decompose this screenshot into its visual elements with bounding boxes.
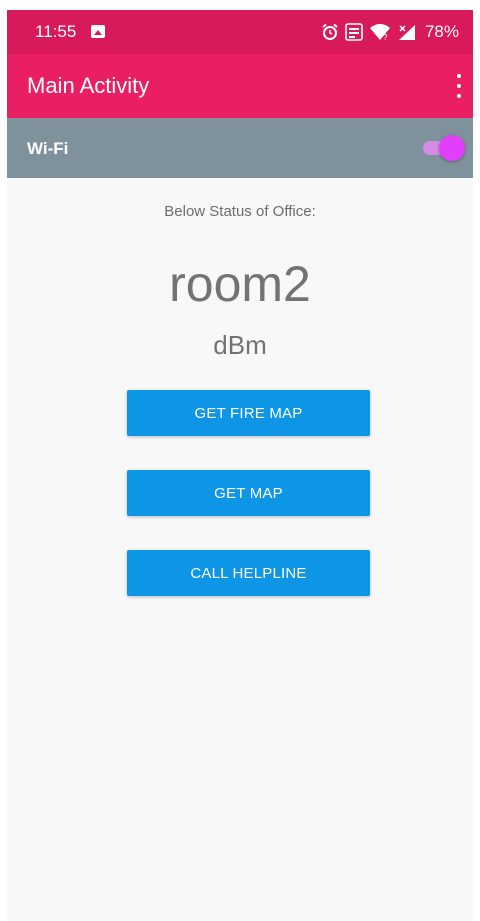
- signal-unit: dBm: [213, 330, 267, 360]
- status-subtitle: Below Status of Office:: [164, 203, 316, 220]
- wifi-toggle[interactable]: [423, 134, 465, 162]
- overflow-menu-icon[interactable]: [453, 74, 465, 98]
- room-name: room2: [169, 256, 311, 312]
- app-title: Main Activity: [27, 73, 150, 98]
- get-fire-map-button[interactable]: GET FIRE MAP: [127, 390, 370, 436]
- wifi-bar: Wi-Fi: [7, 118, 473, 178]
- app-screen: 11:55 ? 78% Main Activity Wi-Fi Below St…: [7, 10, 473, 921]
- status-time: 11:55: [35, 22, 77, 41]
- alarm-icon: [322, 23, 338, 40]
- status-icons: ? 78%: [321, 20, 459, 44]
- gallery-icon: [91, 25, 105, 38]
- app-bar: Main Activity: [7, 54, 473, 118]
- svg-text:?: ?: [383, 33, 388, 41]
- wifi-icon: ?: [369, 24, 390, 41]
- get-map-button[interactable]: GET MAP: [127, 470, 370, 516]
- wifi-label: Wi-Fi: [27, 139, 69, 158]
- signal-icon: [398, 25, 415, 40]
- call-helpline-button[interactable]: CALL HELPLINE: [127, 550, 370, 596]
- toggle-thumb: [439, 135, 465, 161]
- volte-icon: [345, 23, 363, 41]
- battery-level: 78%: [424, 22, 459, 41]
- status-bar: 11:55 ? 78%: [7, 10, 473, 54]
